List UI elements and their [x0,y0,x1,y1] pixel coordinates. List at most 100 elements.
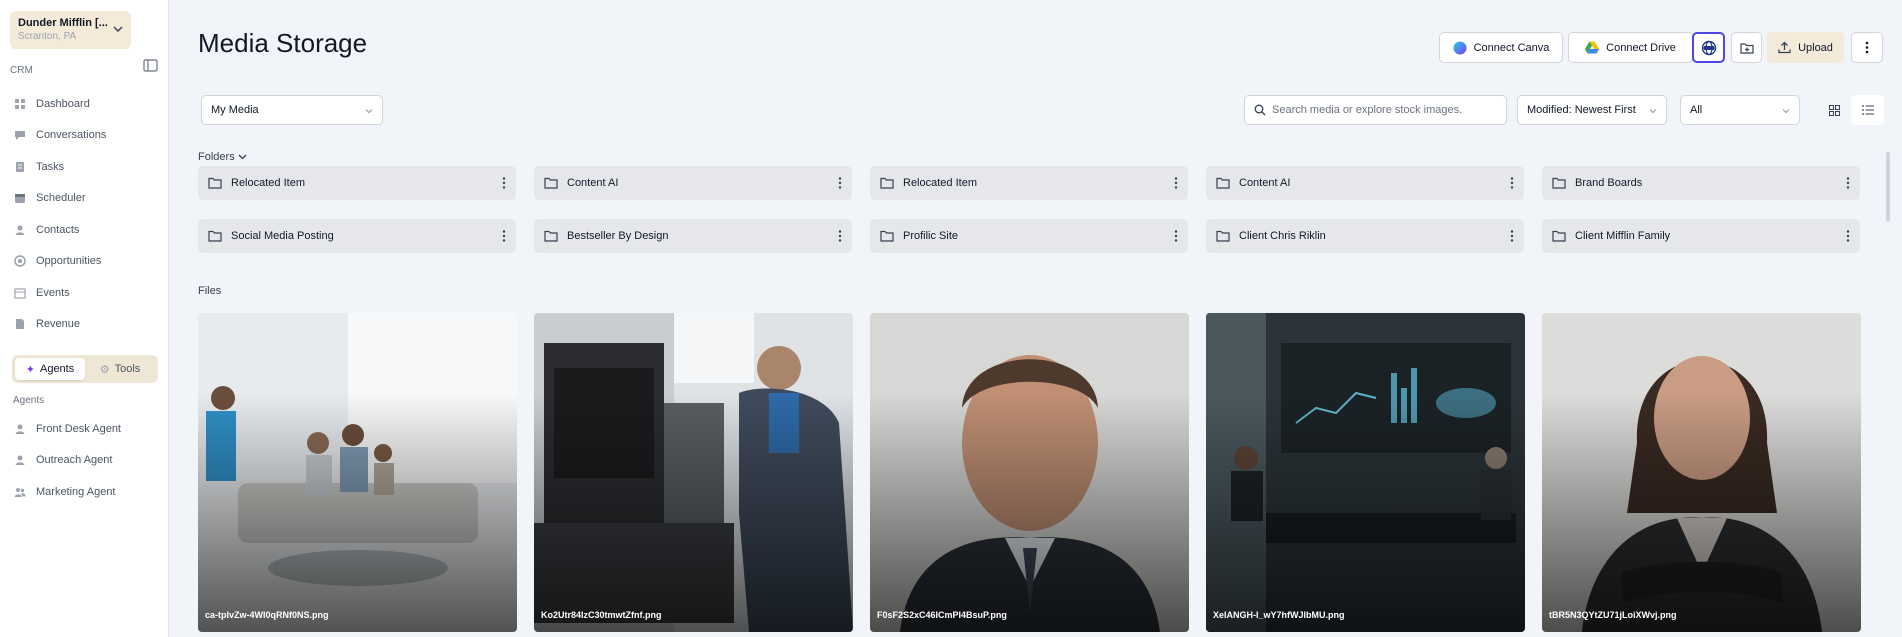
sidebar-item-front-desk-agent[interactable]: Front Desk Agent [0,413,169,445]
folder-card[interactable]: Profilic Site [870,219,1188,253]
sidebar-item-label: Outreach Agent [36,454,113,467]
sidebar-item-outreach-agent[interactable]: Outreach Agent [0,445,169,477]
file-name: XeIANGH-I_wY7hfWJIbMU.png [1213,610,1345,620]
sidebar-item-label: Opportunities [36,255,102,268]
sidebar-item-contacts[interactable]: Contacts [0,214,169,246]
sort-select[interactable]: Modified: Newest First [1517,95,1667,125]
document-icon [14,318,26,330]
chevron-down-icon [365,109,373,114]
folder-card[interactable]: Social Media Posting [198,219,516,253]
folder-icon [208,230,222,242]
image-thumbnail [534,313,853,632]
image-thumbnail [870,313,1189,632]
sidebar-item-opportunities[interactable]: Opportunities [0,246,169,278]
file-name: F0sF2S2xC46ICmPI4BsuP.png [877,610,1007,620]
type-filter-value: All [1690,104,1703,116]
sidebar-item-tasks[interactable]: Tasks [0,151,169,183]
file-card[interactable]: Ko2Utr84IzC30tmwtZfnf.png [534,313,853,632]
file-name: Ko2Utr84IzC30tmwtZfnf.png [541,610,662,620]
chevron-down-icon [1649,109,1657,114]
person-icon [14,224,26,236]
search-box [1244,95,1507,125]
sidebar-item-label: Events [36,286,70,299]
account-switcher[interactable]: Dunder Mifflin [... Scranton, PA [10,11,131,49]
kebab-menu-icon[interactable] [1174,177,1178,189]
sidebar-item-label: Conversations [36,129,107,142]
file-card[interactable]: tBR5N3QYtZU71jLoiXWvj.png [1542,313,1861,632]
sidebar-item-conversations[interactable]: Conversations [0,120,169,152]
page-title: Media Storage [198,28,368,58]
tab-agents-label: Agents [39,363,75,375]
globe-icon [1701,40,1716,55]
file-card[interactable]: XeIANGH-I_wY7hfWJIbMU.png [1206,313,1525,632]
kebab-menu-icon[interactable] [838,177,842,189]
kebab-menu-icon[interactable] [502,230,506,242]
agents-nav: Front Desk Agent Outreach Agent Marketin… [0,413,169,508]
upload-label: Upload [1798,41,1833,54]
more-options-button[interactable] [1851,32,1883,63]
folder-card[interactable]: Relocated Item [198,166,516,200]
agent-icon [14,423,26,435]
kebab-menu-icon[interactable] [838,230,842,242]
kebab-menu-icon[interactable] [1510,177,1514,189]
file-name: tBR5N3QYtZU71jLoiXWvj.png [1549,610,1677,620]
list-view-button[interactable] [1851,95,1884,125]
new-folder-button[interactable] [1731,32,1762,63]
folder-icon [1216,177,1230,189]
folder-card[interactable]: Client Chris Riklin [1206,219,1524,253]
folders-grid: Relocated Item Content AI Relocated Item Co… [198,166,1861,253]
kebab-menu-icon[interactable] [1174,230,1178,242]
folder-name: Bestseller By Design [567,230,669,242]
folder-name: Brand Boards [1575,177,1643,189]
folder-card[interactable]: Content AI [1206,166,1524,200]
folder-icon [1552,177,1566,189]
grid-icon [1829,104,1840,116]
sidebar-item-scheduler[interactable]: Scheduler [0,183,169,215]
sidebar-item-marketing-agent[interactable]: Marketing Agent [0,476,169,508]
folder-card[interactable]: Bestseller By Design [534,219,852,253]
folder-card[interactable]: Client Mifflin Family [1542,219,1860,253]
scrollbar[interactable] [1886,152,1890,222]
agent-icon [14,454,26,466]
sidebar-item-revenue[interactable]: Revenue [0,309,169,341]
folders-toggle[interactable]: Folders [198,151,247,163]
folder-name: Client Chris Riklin [1239,230,1326,242]
kebab-menu-icon[interactable] [1846,230,1850,242]
folder-name: Client Mifflin Family [1575,230,1671,242]
files-grid: ca-tpIvZw-4WI0qRNf0NS.png Ko2Utr84IzC30t… [198,313,1861,632]
upload-icon [1778,41,1791,54]
target-icon [14,255,26,267]
group-icon [14,486,26,498]
kebab-menu-icon[interactable] [502,177,506,189]
stock-images-button[interactable] [1692,32,1725,63]
file-card[interactable]: ca-tpIvZw-4WI0qRNf0NS.png [198,313,517,632]
connect-drive-button[interactable]: Connect Drive [1568,32,1693,63]
sidebar-item-label: Dashboard [36,97,90,110]
kebab-menu-icon[interactable] [1846,177,1850,189]
connect-canva-button[interactable]: Connect Canva [1439,32,1563,63]
type-filter-select[interactable]: All [1680,95,1800,125]
folder-card[interactable]: Brand Boards [1542,166,1860,200]
sidebar-item-events[interactable]: Events [0,277,169,309]
folder-icon [544,177,558,189]
folder-icon [880,230,894,242]
media-source-select[interactable]: My Media [201,95,383,125]
canva-icon [1453,41,1467,54]
folder-card[interactable]: Content AI [534,166,852,200]
sidebar-item-dashboard[interactable]: Dashboard [0,88,169,120]
tab-tools[interactable]: ⚙ Tools [85,358,155,380]
search-input[interactable] [1272,104,1502,116]
sidebar-item-label: Scheduler [36,192,86,205]
sidebar-item-label: Contacts [36,223,80,236]
grid-view-button[interactable] [1818,95,1851,125]
agents-section-label: Agents [13,395,45,406]
folder-card[interactable]: Relocated Item [870,166,1188,200]
crm-section-label: CRM [10,65,33,76]
sidebar-collapse-icon[interactable] [143,59,158,72]
file-name: ca-tpIvZw-4WI0qRNf0NS.png [205,610,329,620]
upload-button[interactable]: Upload [1767,32,1844,63]
task-icon [14,161,26,173]
file-card[interactable]: F0sF2S2xC46ICmPI4BsuP.png [870,313,1189,632]
tab-agents[interactable]: ✦ Agents [15,358,85,380]
kebab-menu-icon[interactable] [1510,230,1514,242]
